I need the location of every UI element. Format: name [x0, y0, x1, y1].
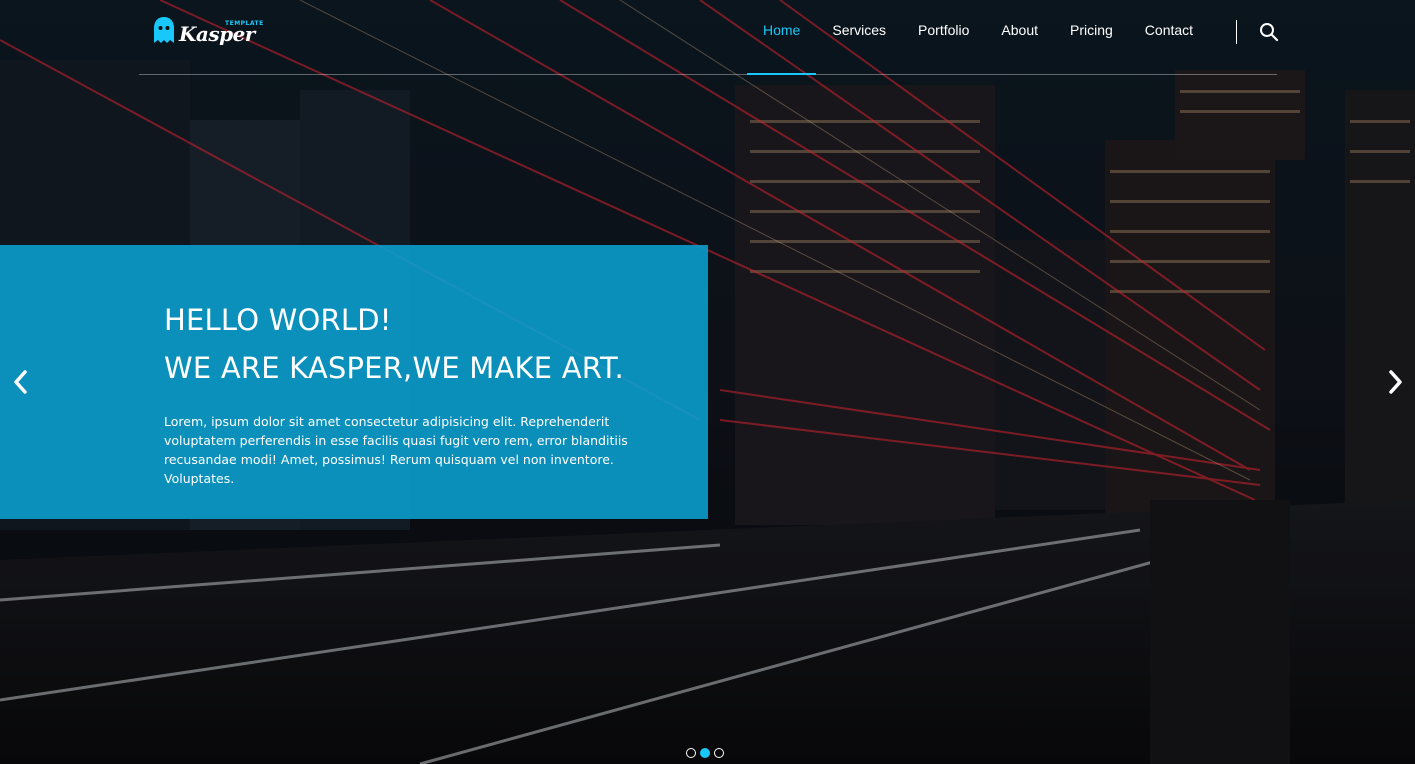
chevron-left-icon[interactable] — [9, 368, 33, 396]
nav-item-services[interactable]: Services — [816, 0, 902, 74]
logo[interactable]: TEMPLATE Kasper — [152, 15, 263, 47]
ghost-icon — [154, 17, 174, 43]
nav-divider — [1236, 20, 1237, 44]
hero-slider: TEMPLATE Kasper Home Services Portfolio … — [0, 0, 1415, 764]
main-nav: Home Services Portfolio About Pricing Co… — [747, 0, 1209, 75]
slider-bullets — [686, 748, 724, 758]
nav-item-pricing[interactable]: Pricing — [1054, 0, 1129, 74]
slider-bullet-1[interactable] — [686, 748, 696, 758]
slider-bullet-2[interactable] — [700, 748, 710, 758]
slide-title: HELLO WORLD! WE ARE KASPER,WE MAKE ART. — [164, 296, 624, 392]
logo-wordmark: Kasper — [179, 22, 255, 46]
chevron-right-icon[interactable] — [1383, 368, 1407, 396]
nav-item-portfolio[interactable]: Portfolio — [902, 0, 985, 74]
nav-item-home[interactable]: Home — [747, 0, 817, 75]
slider-bullet-3[interactable] — [714, 748, 724, 758]
nav-item-about[interactable]: About — [985, 0, 1054, 74]
slide-title-line-1: HELLO WORLD! — [164, 303, 392, 337]
search-icon[interactable] — [1259, 22, 1279, 42]
slide-description: Lorem, ipsum dolor sit amet consectetur … — [164, 414, 628, 486]
site-header: TEMPLATE Kasper Home Services Portfolio … — [139, 0, 1279, 75]
slide-title-line-2: WE ARE KASPER,WE MAKE ART. — [164, 351, 624, 385]
nav-item-contact[interactable]: Contact — [1129, 0, 1209, 74]
